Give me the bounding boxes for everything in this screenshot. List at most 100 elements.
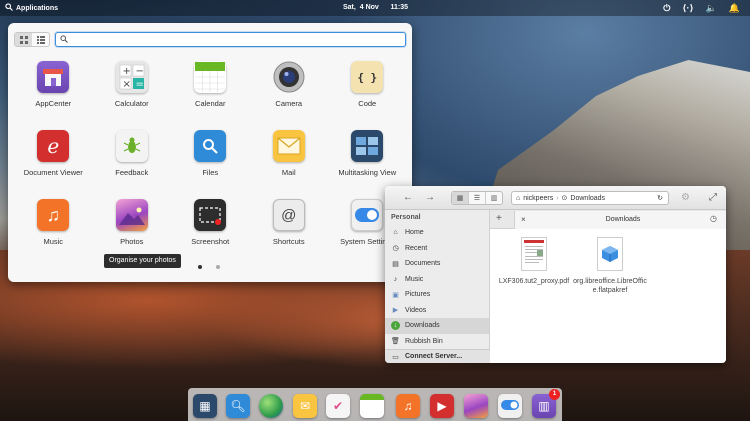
system-settings-icon bbox=[351, 199, 384, 231]
volume-icon[interactable]: 🔈 bbox=[706, 2, 717, 14]
dock-files[interactable]: 🔍︎ bbox=[226, 394, 250, 418]
app-camera[interactable]: Camera bbox=[250, 57, 329, 126]
app-code[interactable]: { } Code bbox=[328, 57, 407, 126]
dock-videos[interactable]: ▶ bbox=[430, 394, 454, 418]
close-tab-icon[interactable]: × bbox=[521, 211, 526, 229]
top-panel: Applications Sat, 4 Nov 11:35 ⏻ ⟨·⟩ 🔈 🔔 bbox=[0, 0, 750, 16]
system-settings-icon bbox=[501, 399, 519, 413]
appcenter-icon: ▥ bbox=[538, 399, 550, 413]
tab-bar: + × Downloads ◷ bbox=[490, 210, 726, 229]
back-arrow-icon[interactable]: ← bbox=[403, 191, 413, 205]
app-music[interactable]: ♫ Music bbox=[14, 195, 93, 264]
search-input[interactable] bbox=[71, 35, 371, 44]
svg-text:×: × bbox=[122, 79, 130, 90]
sidebar-item-videos[interactable]: ▶ Videos bbox=[385, 303, 489, 319]
music-icon: ♫ bbox=[403, 399, 413, 413]
power-icon[interactable]: ⏻ bbox=[663, 2, 670, 14]
path-bar[interactable]: ⌂ nickpeers › ⊙ Downloads ↻ bbox=[511, 191, 669, 205]
file-name: org.libreoffice.LibreOffice.flatpakref bbox=[573, 278, 647, 294]
network-icon[interactable]: ⟨·⟩ bbox=[682, 2, 693, 14]
sidebar-item-label: Rubbish Bin bbox=[405, 337, 443, 345]
page-indicator bbox=[198, 265, 220, 269]
app-label: Document Viewer bbox=[23, 168, 83, 177]
settings-gear-icon[interactable]: ⚙ bbox=[681, 191, 690, 205]
dock-photos[interactable] bbox=[464, 394, 488, 418]
grid-view-icon[interactable] bbox=[15, 33, 32, 46]
app-appcenter[interactable]: AppCenter bbox=[14, 57, 93, 126]
files-icon bbox=[194, 130, 227, 162]
connect-server-button[interactable]: ▭ Connect Server... bbox=[385, 349, 490, 363]
recent-tabs-icon[interactable]: ◷ bbox=[710, 212, 717, 226]
page-dot-1[interactable] bbox=[198, 265, 202, 269]
tab-downloads[interactable]: × Downloads bbox=[514, 211, 726, 229]
notifications-icon[interactable]: 🔔 bbox=[729, 2, 740, 14]
app-label: Files bbox=[202, 168, 219, 177]
breadcrumb-downloads[interactable]: Downloads bbox=[570, 195, 605, 202]
home-icon: ⌂ bbox=[516, 194, 521, 202]
dock-multitasking[interactable]: ▦ bbox=[193, 394, 217, 418]
icon-view-icon[interactable]: ▦ bbox=[452, 192, 469, 204]
sidebar-item-recent[interactable]: ◷ Recent bbox=[385, 241, 489, 257]
app-calendar[interactable]: Calendar bbox=[171, 57, 250, 126]
app-shortcuts[interactable]: @ Shortcuts bbox=[250, 195, 329, 264]
sidebar-item-pictures[interactable]: ▣ Pictures bbox=[385, 287, 489, 303]
multitasking-icon bbox=[351, 130, 384, 162]
app-label: Music bbox=[43, 237, 64, 246]
search-field bbox=[55, 32, 406, 47]
clock[interactable]: Sat, 4 Nov 11:35 bbox=[343, 4, 408, 11]
shortcuts-icon: @ bbox=[272, 199, 305, 231]
app-label: Code bbox=[358, 99, 377, 108]
list-view-icon[interactable]: ☰ bbox=[469, 192, 486, 204]
page-dot-2[interactable] bbox=[216, 265, 220, 269]
tab-label: Downloads bbox=[605, 216, 641, 223]
downloads-icon: ↓ bbox=[391, 321, 400, 331]
file-item[interactable]: org.libreoffice.LibreOffice.flatpakref bbox=[572, 237, 648, 295]
videos-icon: ▶ bbox=[437, 399, 447, 413]
dock-music[interactable]: ♫ bbox=[396, 394, 420, 418]
breadcrumb-home[interactable]: nickpeers bbox=[523, 195, 553, 202]
applications-menu-button[interactable]: Applications bbox=[5, 3, 58, 13]
dock-system-settings[interactable] bbox=[498, 394, 522, 418]
app-files[interactable]: Files bbox=[171, 126, 250, 195]
applications-launcher: AppCenter + − × = Calculator Calendar Camer… bbox=[8, 23, 412, 282]
documents-icon: ▤ bbox=[392, 260, 399, 268]
file-item[interactable]: LXF306.tut2_proxy.pdf bbox=[496, 237, 572, 286]
sidebar-item-documents[interactable]: ▤ Documents bbox=[385, 256, 489, 272]
sidebar-item-home[interactable]: ⌂ Home bbox=[385, 225, 489, 241]
column-view-icon[interactable]: ▥ bbox=[486, 192, 502, 204]
view-toggle bbox=[14, 32, 50, 47]
home-icon: ⌂ bbox=[393, 229, 398, 237]
sidebar-item-label: Home bbox=[405, 229, 424, 237]
dock-tasks[interactable]: ✔ bbox=[326, 394, 350, 418]
sidebar-item-downloads[interactable]: ↓ Downloads bbox=[385, 318, 489, 334]
new-tab-icon[interactable]: + bbox=[496, 212, 502, 226]
app-feedback[interactable]: Feedback bbox=[93, 126, 172, 195]
music-icon: ♫ bbox=[37, 199, 70, 231]
files-window: ← → ▦ ☰ ▥ ⌂ nickpeers › ⊙ Downloads ↻ ⚙ … bbox=[385, 186, 726, 363]
dock-mail[interactable]: ✉ bbox=[293, 394, 317, 418]
feedback-icon bbox=[115, 130, 148, 162]
dock-web-browser[interactable] bbox=[259, 394, 283, 418]
maximize-icon[interactable]: ⤢ bbox=[709, 191, 717, 205]
app-label: Calendar bbox=[195, 99, 226, 108]
mail-icon: ✉ bbox=[299, 399, 311, 413]
app-mail[interactable]: Mail bbox=[250, 126, 329, 195]
forward-arrow-icon[interactable]: → bbox=[425, 191, 435, 205]
calendar-icon bbox=[194, 61, 227, 93]
dock-calendar[interactable] bbox=[360, 394, 384, 418]
files-headerbar: ← → ▦ ☰ ▥ ⌂ nickpeers › ⊙ Downloads ↻ ⚙ … bbox=[385, 186, 726, 210]
screenshot-icon bbox=[194, 199, 227, 231]
app-document-viewer[interactable]: ℯ Document Viewer bbox=[14, 126, 93, 195]
app-label: Calculator bbox=[114, 99, 149, 108]
sidebar-item-music[interactable]: ♪ Music bbox=[385, 272, 489, 288]
applications-label: Applications bbox=[16, 4, 59, 12]
app-calculator[interactable]: + − × = Calculator bbox=[93, 57, 172, 126]
sidebar-item-rubbish-bin[interactable]: 🗑 Rubbish Bin bbox=[385, 334, 489, 350]
app-multitasking-view[interactable]: Multitasking View bbox=[328, 126, 407, 195]
category-view-icon[interactable] bbox=[32, 33, 49, 46]
search-icon bbox=[5, 3, 13, 13]
breadcrumb-separator-icon: › bbox=[556, 194, 559, 202]
reload-icon[interactable]: ↻ bbox=[657, 194, 663, 202]
dock-appcenter[interactable]: ▥ 1 bbox=[532, 389, 560, 418]
app-screenshot[interactable]: Screenshot bbox=[171, 195, 250, 264]
